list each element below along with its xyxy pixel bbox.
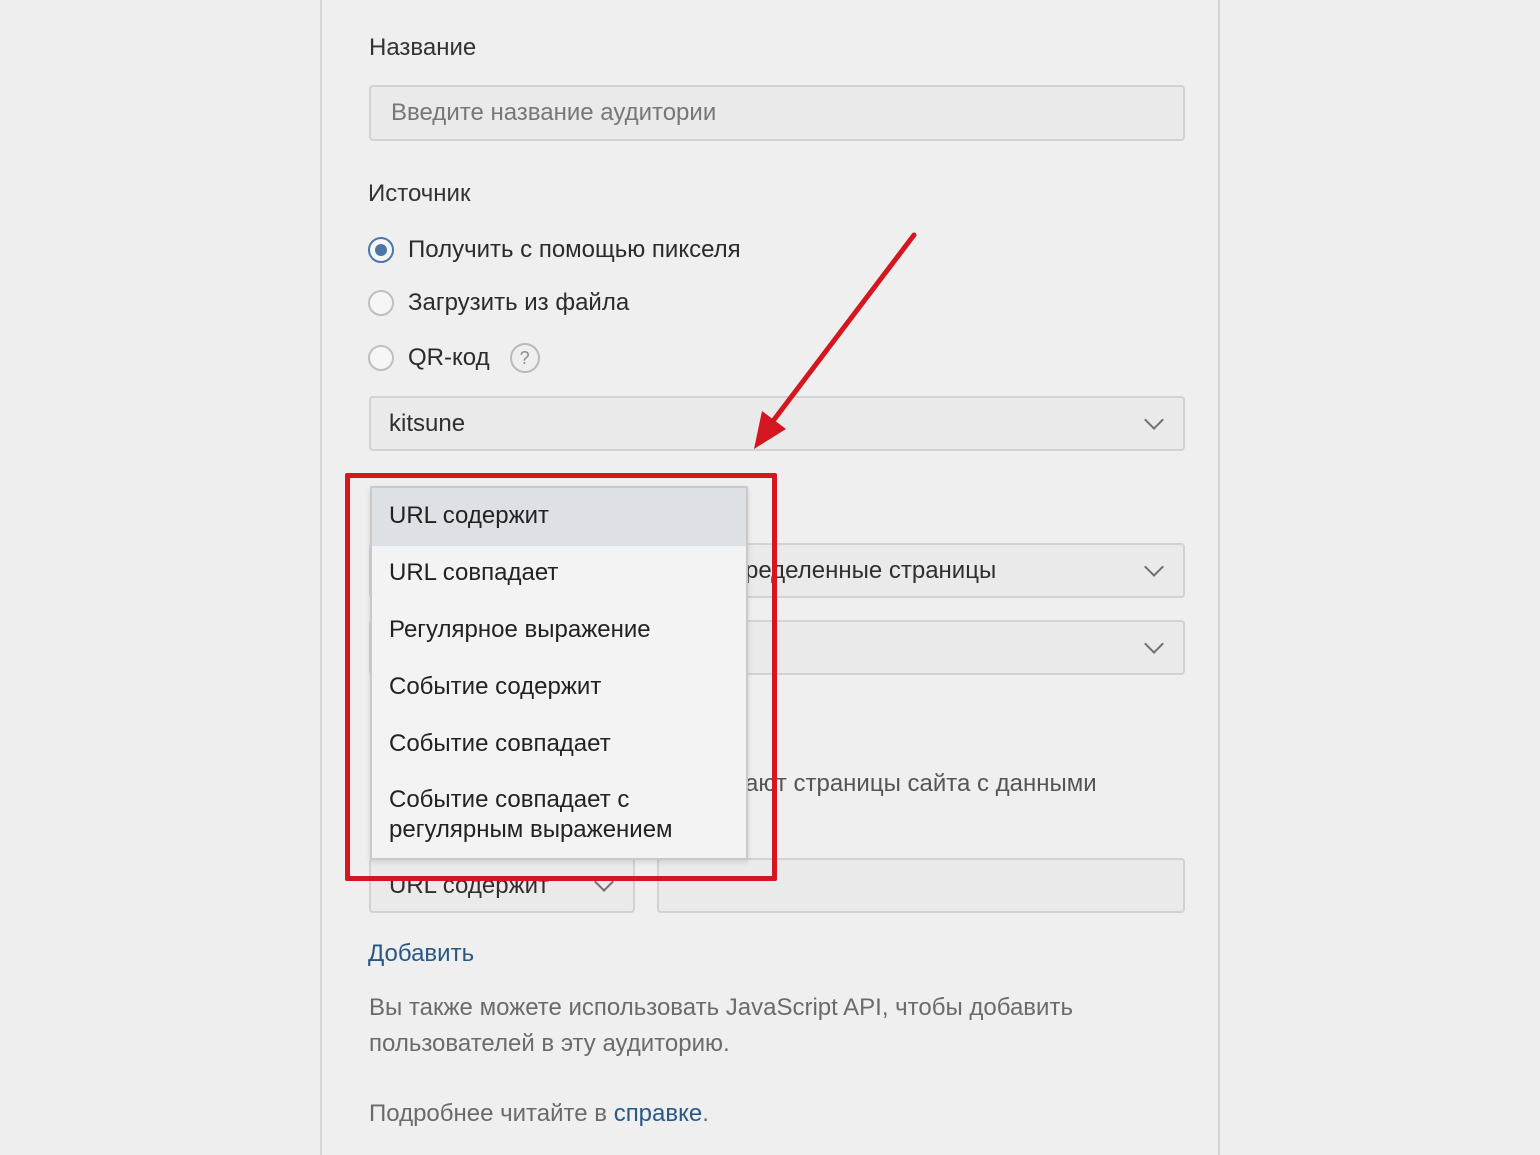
radio-qr-label: QR-код <box>408 344 490 371</box>
chevron-down-icon <box>1144 556 1164 577</box>
radio-pixel-button[interactable] <box>368 237 394 263</box>
help-link[interactable]: справке <box>614 1100 703 1127</box>
radio-qr[interactable]: QR-код ? <box>368 343 540 373</box>
name-label: Название <box>369 34 477 61</box>
add-rule-link[interactable]: Добавить <box>368 940 474 968</box>
js-api-note: Вы также можете использовать JavaScript … <box>369 994 1073 1057</box>
help-icon[interactable]: ? <box>509 343 540 373</box>
audience-name-input[interactable]: Введите название аудитории <box>369 85 1185 141</box>
radio-file-label: Загрузить из файла <box>408 289 630 316</box>
radio-pixel[interactable]: Получить с помощью пикселя <box>368 236 741 264</box>
radio-file[interactable]: Загрузить из файла <box>368 289 629 317</box>
help-line: Подробнее читайте в справке. <box>369 1096 709 1132</box>
chevron-down-icon <box>1144 633 1164 654</box>
audience-name-placeholder: Введите название аудитории <box>391 99 717 126</box>
help-prefix: Подробнее читайте в <box>369 1100 614 1127</box>
annotation-highlight-box <box>345 473 777 881</box>
chevron-down-icon <box>1144 409 1164 430</box>
pixel-select-value: kitsune <box>389 409 466 437</box>
rule-description: ают страницы сайта с данными <box>745 770 1097 797</box>
help-suffix: . <box>702 1100 709 1127</box>
radio-qr-button[interactable] <box>368 345 394 371</box>
source-label: Источник <box>368 180 471 207</box>
annotation-arrow-icon <box>754 232 917 449</box>
radio-file-button[interactable] <box>368 290 394 316</box>
radio-pixel-label: Получить с помощью пикселя <box>408 236 741 263</box>
